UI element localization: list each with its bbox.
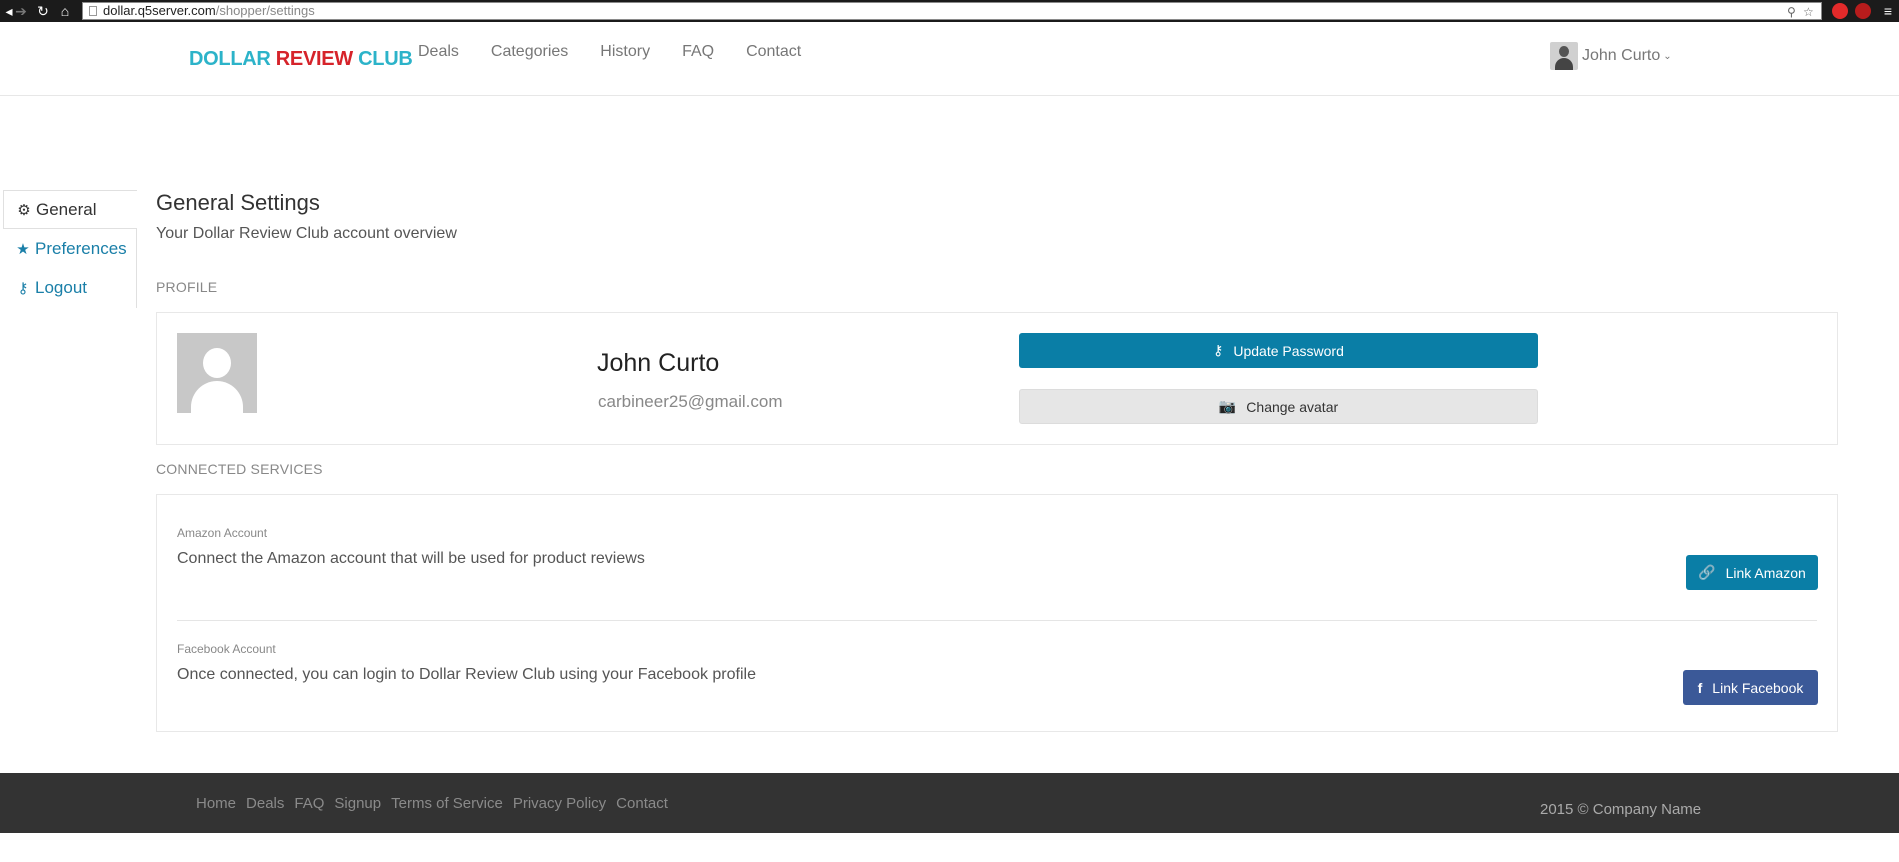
ublock-icon[interactable] (1855, 3, 1871, 19)
facebook-icon: f (1697, 679, 1703, 696)
reload-icon[interactable]: ↻ (34, 2, 52, 20)
sidebar-item-label: General (36, 199, 97, 219)
change-avatar-button[interactable]: 📷 Change avatar (1019, 389, 1538, 424)
service-label: Facebook Account (177, 642, 276, 656)
home-icon[interactable]: ⌂ (56, 2, 74, 20)
footer-link-faq[interactable]: FAQ (294, 795, 324, 812)
sidebar-item-logout[interactable]: ⚷ Logout (3, 268, 136, 307)
profile-panel: John Curto carbineer25@gmail.com ⚷ Updat… (156, 312, 1838, 445)
footer-link-signup[interactable]: Signup (334, 795, 381, 812)
nav-history[interactable]: History (600, 42, 650, 62)
browser-toolbar: ◂ ➔ ↻ ⌂ dollar.q5server.com/shopper/sett… (0, 0, 1899, 22)
page-title: General Settings (156, 190, 320, 215)
camera-icon: 📷 (1218, 398, 1237, 414)
user-name: John Curto (1582, 47, 1661, 64)
footer-link-home[interactable]: Home (196, 795, 236, 812)
settings-sidebar: ⚙ General ★ Preferences ⚷ Logout (3, 190, 137, 308)
page-subtitle: Your Dollar Review Club account overview (156, 225, 457, 242)
copyright: 2015 © Company Name (1540, 801, 1702, 818)
page-icon (89, 6, 97, 16)
forward-icon[interactable]: ➔ (12, 2, 30, 20)
sidebar-item-label: Logout (35, 277, 87, 297)
brand-word-review: REVIEW (275, 48, 359, 70)
footer-link-privacy[interactable]: Privacy Policy (513, 795, 606, 812)
brand-logo[interactable]: DOLLAR REVIEW CLUB (189, 48, 413, 71)
divider (177, 620, 1817, 621)
user-menu[interactable]: John Curto ⌄ (1550, 42, 1672, 70)
connected-services-panel: Amazon Account Connect the Amazon accoun… (156, 494, 1838, 732)
footer-link-terms[interactable]: Terms of Service (391, 795, 503, 812)
avatar (177, 333, 257, 413)
footer-link-deals[interactable]: Deals (246, 795, 284, 812)
brand-word-club: CLUB (358, 48, 413, 70)
service-description: Connect the Amazon account that will be … (177, 550, 645, 567)
menu-icon[interactable]: ≡ (1879, 2, 1897, 20)
service-description: Once connected, you can login to Dollar … (177, 666, 756, 683)
footer-link-contact[interactable]: Contact (616, 795, 668, 812)
link-icon: 🔗 (1698, 564, 1716, 580)
link-facebook-label: Link Facebook (1712, 679, 1804, 696)
link-amazon-label: Link Amazon (1725, 564, 1806, 581)
url-host: dollar.q5server.com (103, 3, 216, 18)
key-icon[interactable]: ⚲ (1787, 6, 1799, 18)
sidebar-item-general[interactable]: ⚙ General (3, 190, 137, 229)
link-amazon-button[interactable]: 🔗 Link Amazon (1686, 555, 1818, 590)
service-label: Amazon Account (177, 526, 268, 540)
nav-deals[interactable]: Deals (418, 42, 459, 62)
gear-icon: ⚙ (17, 201, 31, 219)
link-facebook-button[interactable]: f Link Facebook (1683, 670, 1818, 705)
amazon-service: Amazon Account Connect the Amazon accoun… (177, 526, 1817, 568)
nav-categories[interactable]: Categories (491, 42, 568, 62)
main-nav: Deals Categories History FAQ Contact (418, 42, 833, 62)
profile-section-label: PROFILE (156, 279, 218, 295)
services-section-label: CONNECTED SERVICES (156, 461, 323, 477)
footer-links: Home Deals FAQ Signup Terms of Service P… (196, 795, 678, 812)
star-icon: ★ (16, 240, 30, 258)
key-icon: ⚷ (17, 279, 29, 297)
footer: Home Deals FAQ Signup Terms of Service P… (0, 773, 1899, 833)
change-avatar-label: Change avatar (1246, 398, 1339, 415)
sidebar-item-preferences[interactable]: ★ Preferences (3, 229, 136, 268)
nav-faq[interactable]: FAQ (682, 42, 714, 62)
profile-email: carbineer25@gmail.com (598, 392, 783, 411)
key-icon: ⚷ (1213, 342, 1224, 358)
brand-word-dollar: DOLLAR (189, 48, 276, 70)
chevron-down-icon: ⌄ (1663, 50, 1672, 62)
address-bar[interactable]: dollar.q5server.com/shopper/settings ⚲ ☆ (82, 2, 1822, 20)
top-navbar: DOLLAR REVIEW CLUB Deals Categories Hist… (0, 22, 1899, 96)
update-password-button[interactable]: ⚷ Update Password (1019, 333, 1538, 368)
profile-name: John Curto (597, 349, 720, 377)
nav-contact[interactable]: Contact (746, 42, 801, 62)
avatar (1550, 42, 1578, 70)
update-password-label: Update Password (1233, 342, 1344, 359)
url-path: /shopper/settings (215, 3, 315, 18)
sidebar-item-label: Preferences (35, 238, 127, 258)
main-content: General Settings Your Dollar Review Club… (156, 190, 1838, 732)
bookmark-star-icon[interactable]: ☆ (1803, 6, 1815, 18)
extension-icon[interactable] (1832, 3, 1848, 19)
facebook-service: Facebook Account Once connected, you can… (177, 642, 1817, 684)
